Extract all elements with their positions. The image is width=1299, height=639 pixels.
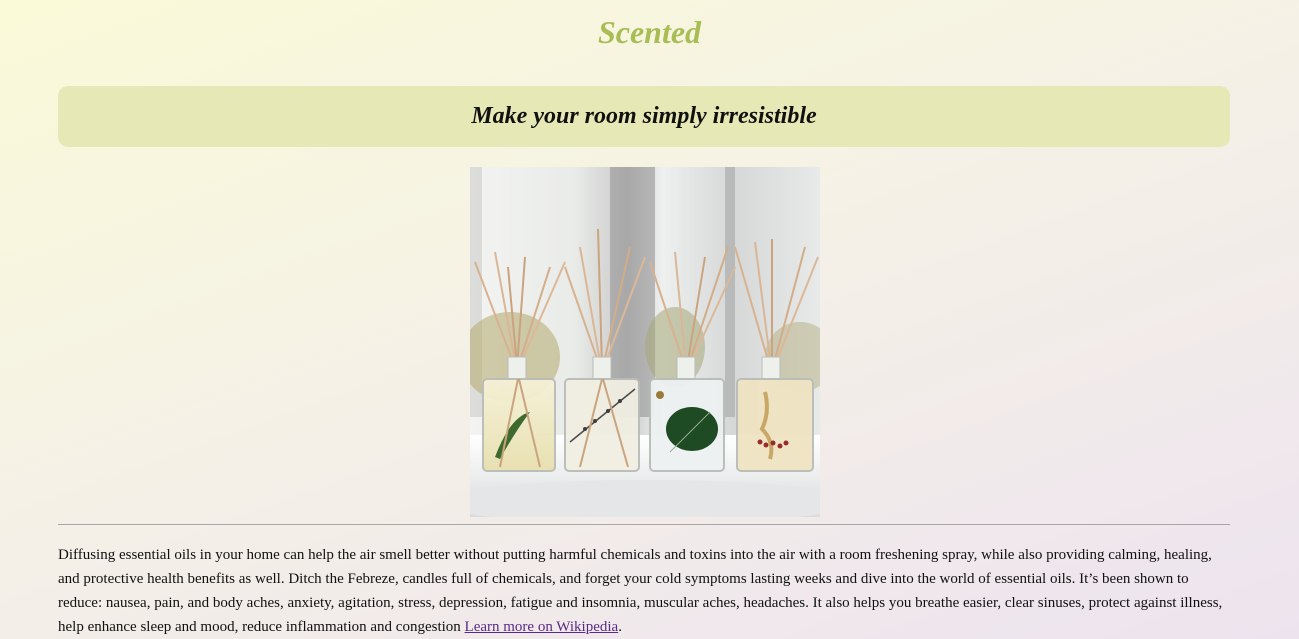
section-divider: [58, 524, 1230, 525]
site-title: Scented: [597, 14, 702, 50]
tagline-heading: Make your room simply irresistible: [471, 103, 817, 129]
description-paragraph: Diffusing essential oils in your home ca…: [58, 543, 1233, 639]
description-trailing: .: [618, 619, 622, 635]
reed-diffuser-photo: [470, 167, 820, 517]
description-text: Diffusing essential oils in your home ca…: [58, 547, 1223, 635]
tagline-banner: Make your room simply irresistible: [58, 86, 1230, 147]
wikipedia-link[interactable]: Learn more on Wikipedia: [465, 619, 619, 635]
